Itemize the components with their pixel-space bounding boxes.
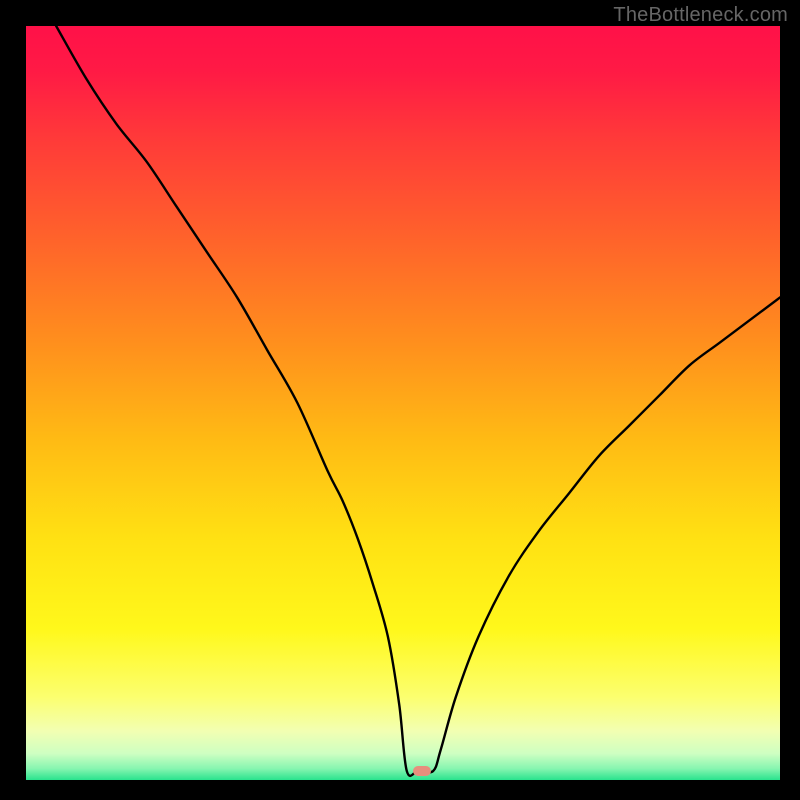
chart-svg	[26, 26, 780, 780]
optimal-marker	[413, 766, 431, 776]
plot-area-wrapper	[26, 26, 780, 780]
plot-area	[26, 26, 780, 780]
gradient-background	[26, 26, 780, 780]
chart-container: TheBottleneck.com	[0, 0, 800, 800]
watermark-text: TheBottleneck.com	[613, 4, 788, 27]
